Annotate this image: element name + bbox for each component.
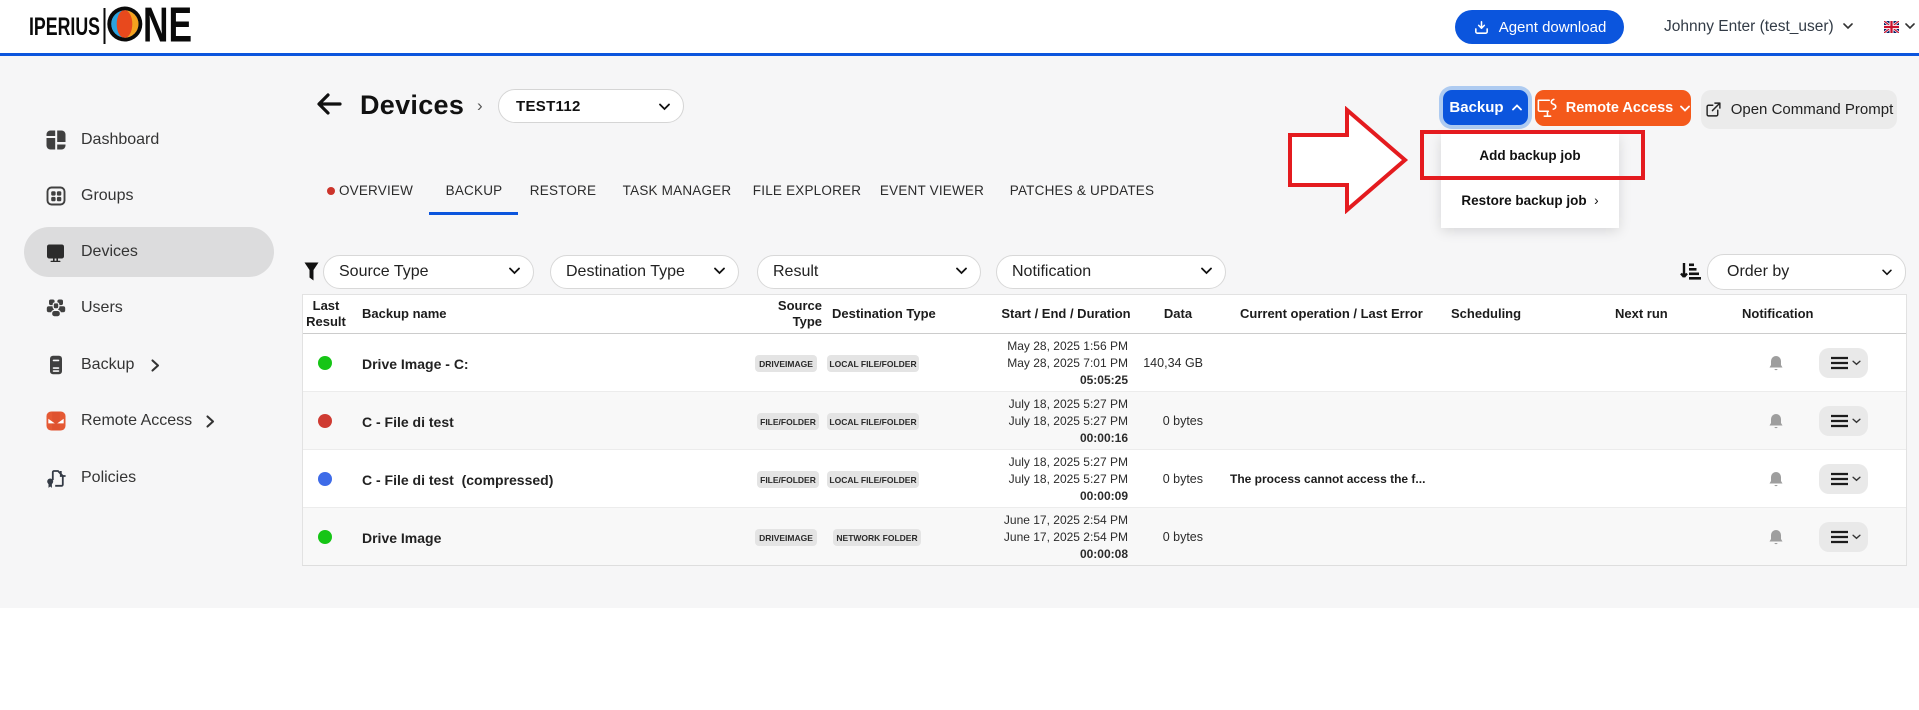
svg-text:IPERIUS: IPERIUS: [29, 13, 100, 41]
svg-text:NE: NE: [143, 5, 192, 49]
